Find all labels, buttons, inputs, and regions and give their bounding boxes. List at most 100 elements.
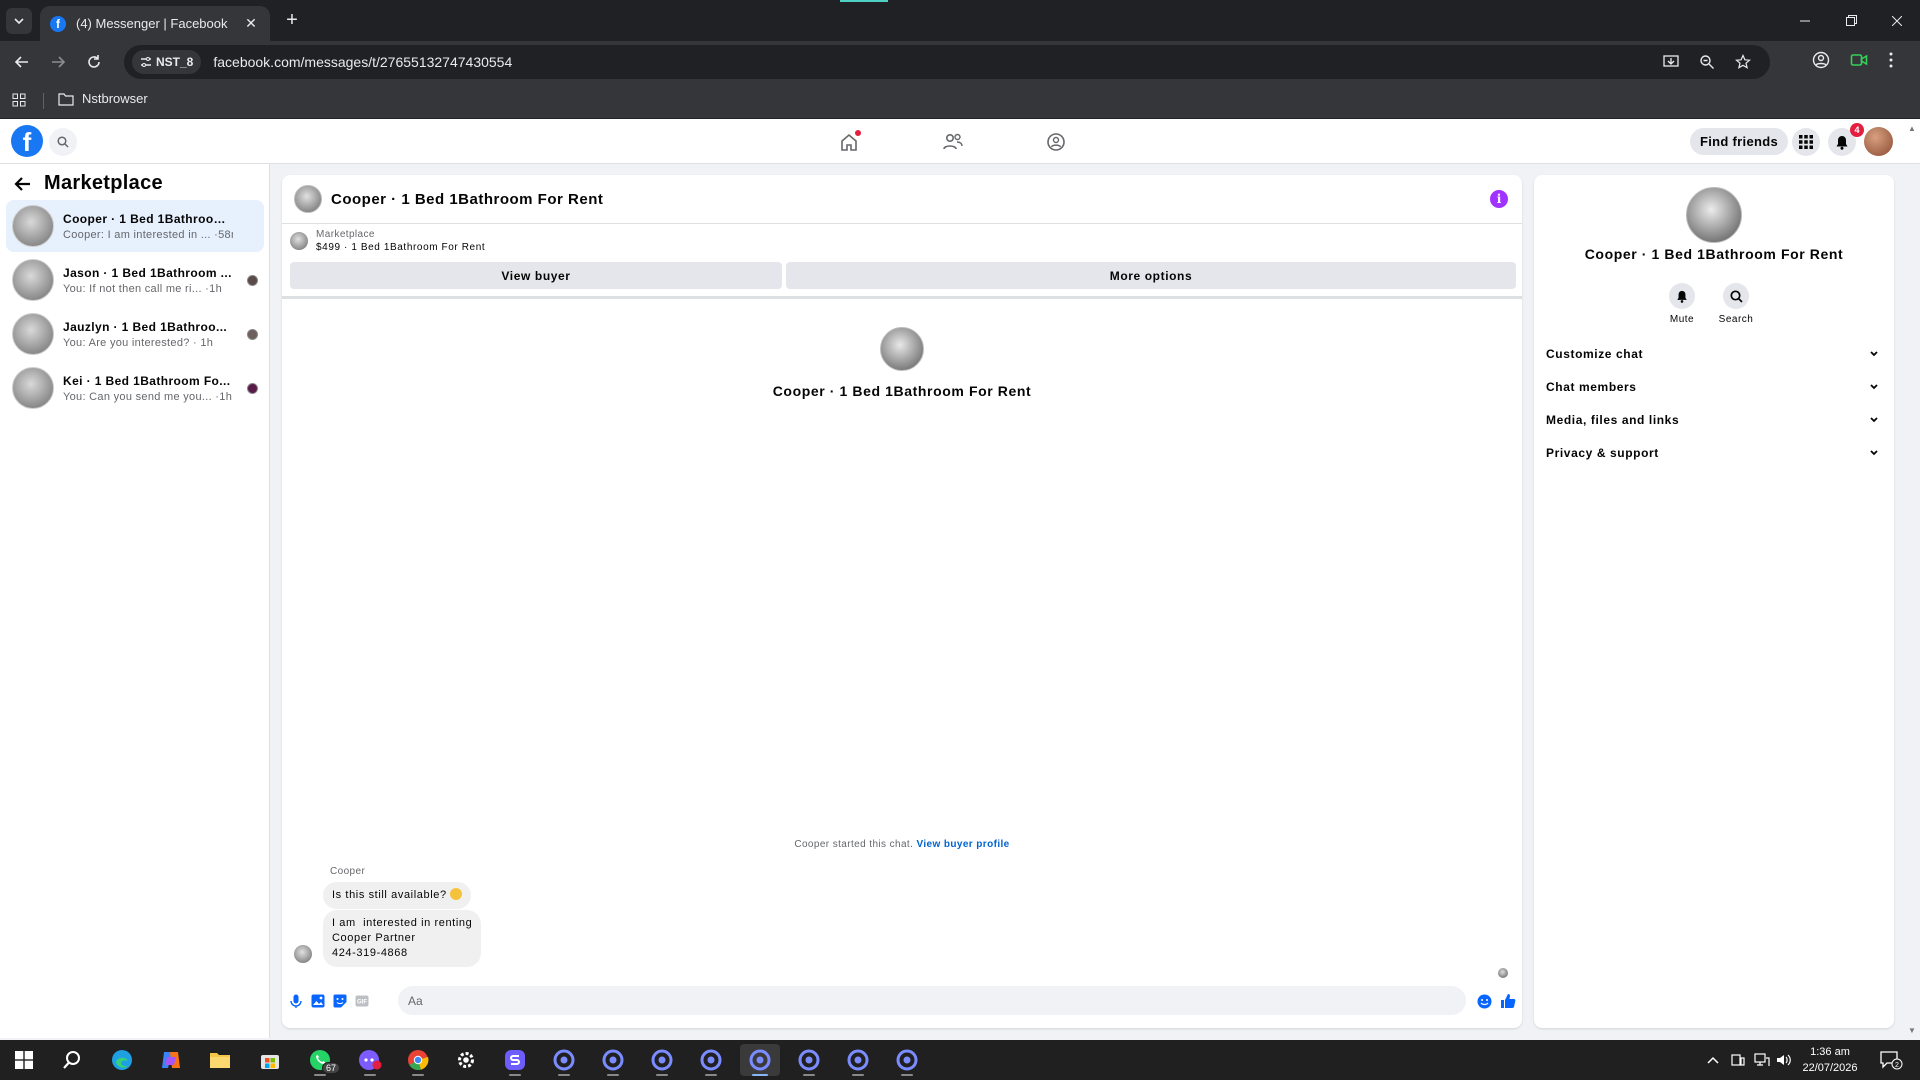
profile-button[interactable] <box>1812 51 1830 69</box>
back-button[interactable] <box>10 50 34 74</box>
taskbar-file-explorer[interactable] <box>200 1044 240 1076</box>
video-extension-button[interactable] <box>1850 51 1868 69</box>
taskbar-search-button[interactable] <box>52 1044 92 1076</box>
tray-network-icon[interactable] <box>1752 1040 1772 1080</box>
tray-device-icon[interactable] <box>1728 1040 1748 1080</box>
facebook-logo-icon[interactable]: f <box>11 125 43 157</box>
restore-button[interactable] <box>1826 0 1876 41</box>
minimize-button[interactable] <box>1780 0 1830 41</box>
scrollbar-down-arrow[interactable]: ▼ <box>1906 1026 1918 1036</box>
message-bubble[interactable]: I am interested in renting Cooper Partne… <box>323 910 482 967</box>
reload-button[interactable] <box>82 50 106 74</box>
taskbar-nstbrowser-active[interactable] <box>740 1044 780 1076</box>
section-chat-members[interactable]: Chat members <box>1544 375 1884 399</box>
chevron-down-icon <box>14 18 24 25</box>
taskbar-edge[interactable] <box>102 1044 142 1076</box>
gif-button[interactable]: GIF <box>354 993 370 1009</box>
taskbar-nstbrowser-8[interactable] <box>887 1044 927 1076</box>
address-bar[interactable]: NST_8 facebook.com/messages/t/2765513274… <box>124 45 1770 79</box>
conversation-info-button[interactable]: i <box>1490 190 1508 208</box>
message-input[interactable] <box>398 986 1466 1015</box>
image-icon <box>311 994 325 1008</box>
tab-close-icon[interactable]: ✕ <box>242 15 260 32</box>
taskbar-copilot[interactable] <box>151 1044 191 1076</box>
view-buyer-profile-link[interactable]: View buyer profile <box>916 839 1009 850</box>
new-tab-button[interactable]: + <box>280 9 304 33</box>
voice-clip-button[interactable] <box>288 993 304 1009</box>
nav-groups[interactable] <box>1044 130 1068 154</box>
section-media-files-links[interactable]: Media, files and links <box>1544 408 1884 432</box>
sticker-button[interactable] <box>332 993 348 1009</box>
taskbar-whatsapp[interactable]: 67 <box>300 1044 340 1076</box>
bookmark-star-button[interactable] <box>1732 51 1754 73</box>
chat-item-cooper[interactable]: Cooper · 1 Bed 1Bathroom ... Cooper: I a… <box>6 200 264 252</box>
like-button[interactable] <box>1500 993 1516 1009</box>
taskbar-nstbrowser-7[interactable] <box>838 1044 878 1076</box>
taskbar-settings[interactable] <box>446 1044 486 1076</box>
taskbar-nstbrowser-4[interactable] <box>691 1044 731 1076</box>
zoom-button[interactable] <box>1696 51 1718 73</box>
browser-toolbar: NST_8 facebook.com/messages/t/2765513274… <box>0 41 1920 83</box>
account-avatar[interactable] <box>1864 127 1893 156</box>
running-indicator <box>705 1074 717 1076</box>
avatar[interactable] <box>294 945 312 963</box>
emoji-button[interactable] <box>1476 993 1492 1009</box>
facebook-search-button[interactable] <box>49 128 77 156</box>
menu-grid-icon <box>1799 135 1813 149</box>
search-in-conversation-button[interactable] <box>1723 283 1749 309</box>
avatar[interactable] <box>294 185 322 213</box>
section-privacy-support[interactable]: Privacy & support <box>1544 441 1884 465</box>
clock-time: 1:36 am <box>1810 1046 1850 1058</box>
facebook-header: f Find friends 4 <box>0 119 1920 164</box>
avatar[interactable] <box>1686 187 1742 243</box>
mute-button[interactable] <box>1669 283 1695 309</box>
tray-overflow-button[interactable] <box>1704 1040 1722 1080</box>
taskbar-nstbrowser-3[interactable] <box>642 1044 682 1076</box>
avatar <box>12 205 54 247</box>
more-options-button[interactable]: More options <box>786 262 1516 289</box>
attach-photo-button[interactable] <box>310 993 326 1009</box>
start-button[interactable] <box>4 1044 44 1076</box>
message-bubble[interactable]: Is this still available? <box>323 882 471 909</box>
chat-item-jason[interactable]: Jason · 1 Bed 1Bathroom ... You: If not … <box>6 254 264 306</box>
notification-center-icon: 2 <box>1880 1051 1903 1070</box>
bookmark-folder[interactable]: Nstbrowser <box>58 91 148 106</box>
search-action[interactable]: Search <box>1716 283 1756 325</box>
taskbar-nstbrowser-2[interactable] <box>593 1044 633 1076</box>
message-composer: GIF <box>282 983 1522 1019</box>
chat-preview: Cooper: I am interested in ... ·58m <box>63 228 233 241</box>
mute-action[interactable]: Mute <box>1662 283 1702 325</box>
find-friends-button[interactable]: Find friends <box>1690 128 1788 155</box>
menu-button[interactable] <box>1792 128 1820 156</box>
taskbar-clock[interactable]: 1:36 am 22/07/2026 <box>1790 1044 1870 1076</box>
tab-search-button[interactable] <box>6 8 32 34</box>
taskbar-chrome[interactable] <box>398 1044 438 1076</box>
folder-icon <box>58 92 74 106</box>
window-close-button[interactable] <box>1872 0 1920 41</box>
marketplace-listing[interactable]: Marketplace $499 · 1 Bed 1Bathroom For R… <box>290 229 485 253</box>
browser-tab[interactable]: f (4) Messenger | Facebook ✕ <box>40 6 270 41</box>
nav-friends[interactable] <box>941 130 965 154</box>
taskbar-microsoft-store[interactable] <box>250 1044 290 1076</box>
view-buyer-button[interactable]: View buyer <box>290 262 782 289</box>
taskbar-nstbrowser-1[interactable] <box>544 1044 584 1076</box>
site-info-chip[interactable]: NST_8 <box>132 50 202 74</box>
taskbar-app-s[interactable] <box>495 1044 535 1076</box>
back-arrow-icon[interactable] <box>14 176 32 192</box>
install-app-button[interactable] <box>1660 51 1682 73</box>
notification-center-button[interactable]: 2 <box>1874 1040 1908 1080</box>
browser-menu-button[interactable] <box>1888 51 1894 69</box>
section-customize-chat[interactable]: Customize chat <box>1544 342 1884 366</box>
forward-button[interactable] <box>46 50 70 74</box>
taskbar-discord[interactable] <box>350 1044 390 1076</box>
avatar[interactable] <box>880 327 924 371</box>
running-indicator <box>607 1074 619 1076</box>
chat-item-jauzlyn[interactable]: Jauzlyn · 1 Bed 1Bathroo... You: Are you… <box>6 308 264 360</box>
video-camera-icon <box>1850 54 1868 66</box>
taskbar-nstbrowser-6[interactable] <box>789 1044 829 1076</box>
chrome-icon <box>408 1050 429 1071</box>
scrollbar-up-arrow[interactable]: ▲ <box>1906 124 1918 134</box>
conversation-title[interactable]: Cooper · 1 Bed 1Bathroom For Rent <box>331 191 603 208</box>
apps-shortcut[interactable] <box>12 93 26 107</box>
chat-item-kei[interactable]: Kei · 1 Bed 1Bathroom Fo... You: Can you… <box>6 362 264 414</box>
